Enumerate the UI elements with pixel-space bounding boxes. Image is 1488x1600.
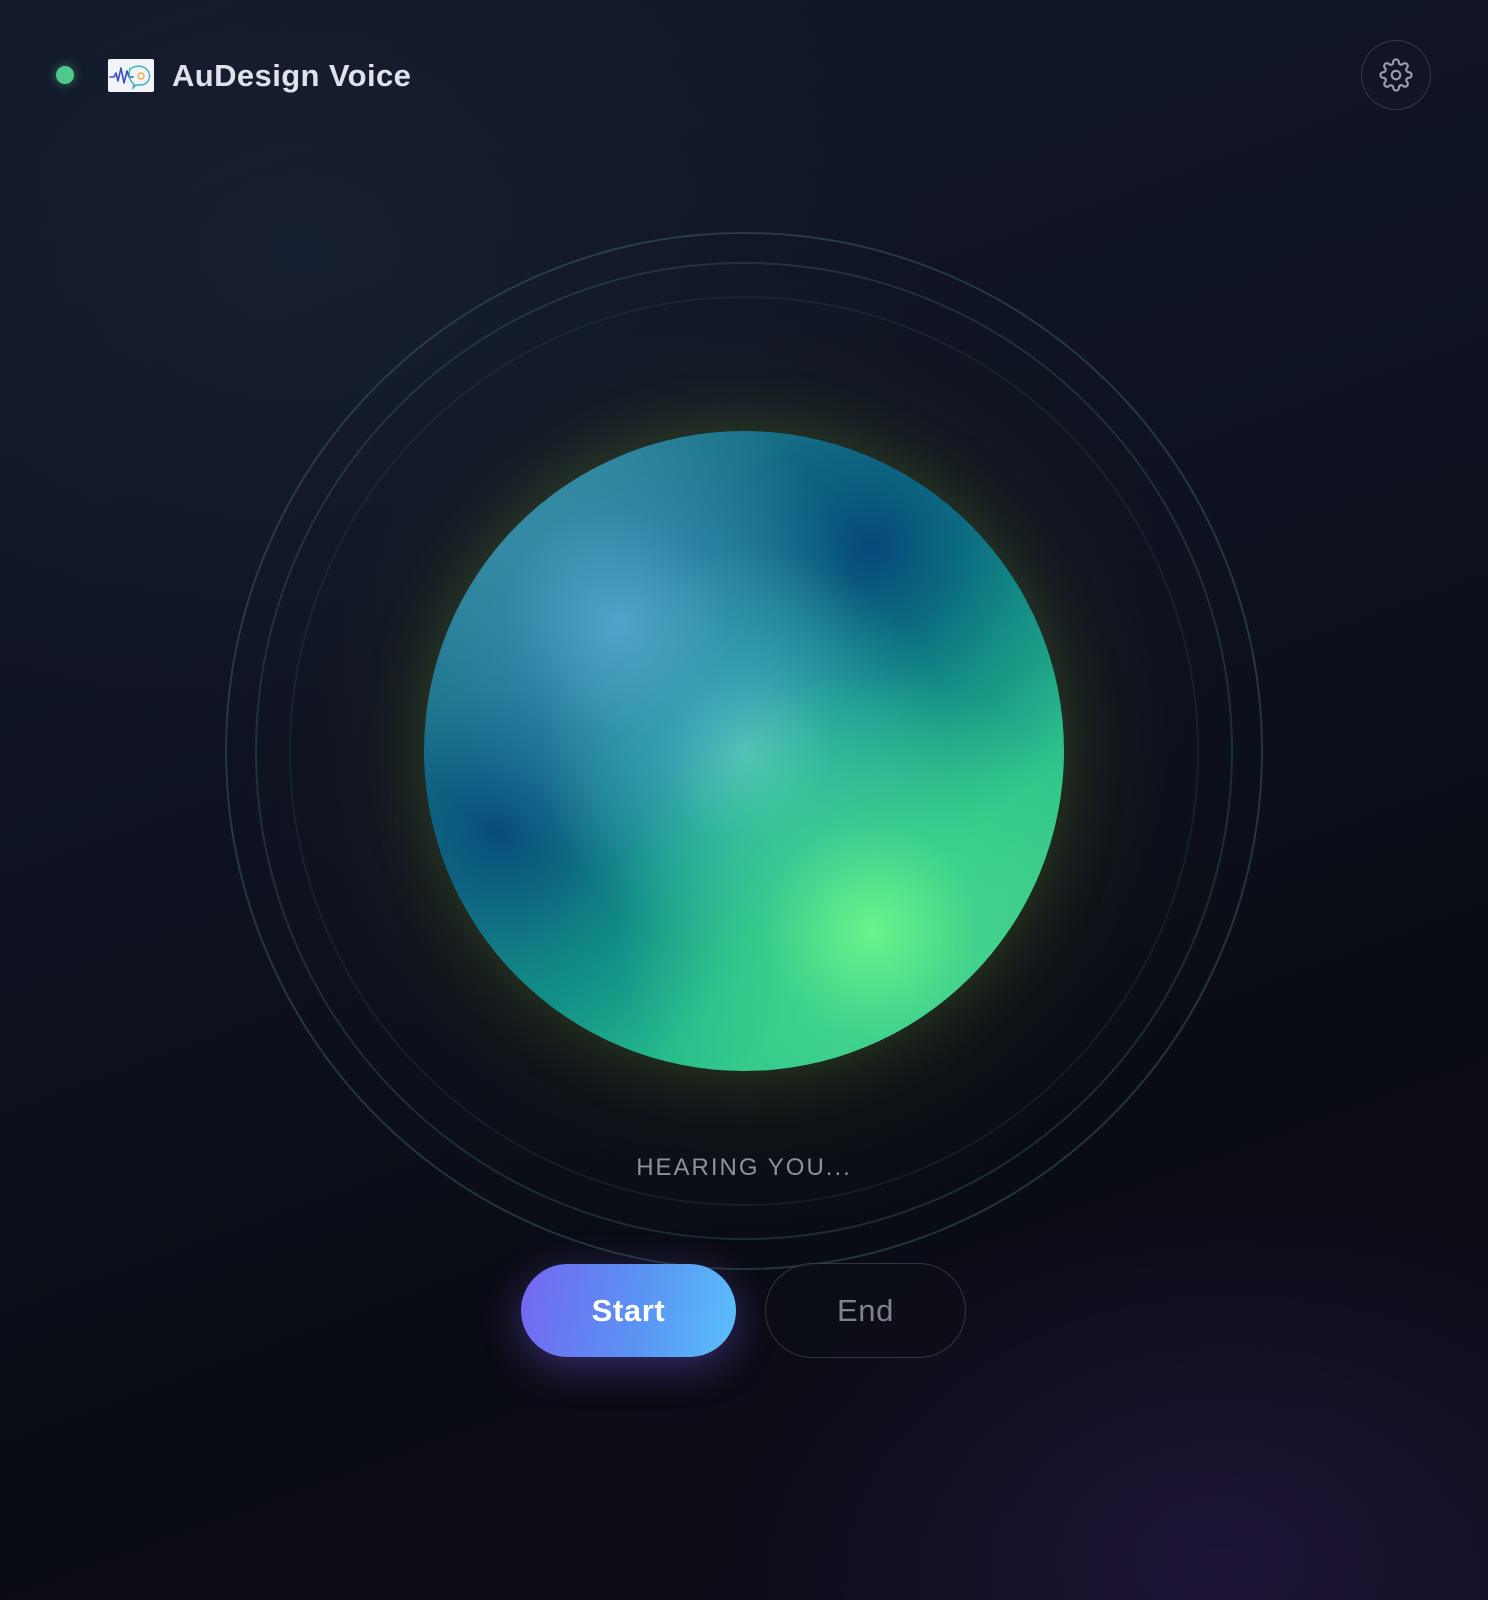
listening-status-text: HEARING YOU... (636, 1154, 852, 1181)
pulse-ring-outer (225, 232, 1263, 1270)
orb-glow (244, 251, 1244, 1251)
start-button[interactable]: Start (521, 1264, 736, 1357)
end-button[interactable]: End (765, 1263, 966, 1358)
pulse-ring-inner (289, 296, 1199, 1206)
voice-orb (424, 431, 1064, 1071)
app-logo (108, 59, 154, 92)
voice-visualizer (0, 0, 1488, 1600)
settings-button[interactable] (1361, 40, 1431, 110)
gear-icon (1379, 58, 1413, 92)
app-title: AuDesign Voice (172, 58, 412, 93)
connection-status-dot (56, 66, 74, 84)
pulse-ring-middle (255, 262, 1233, 1240)
